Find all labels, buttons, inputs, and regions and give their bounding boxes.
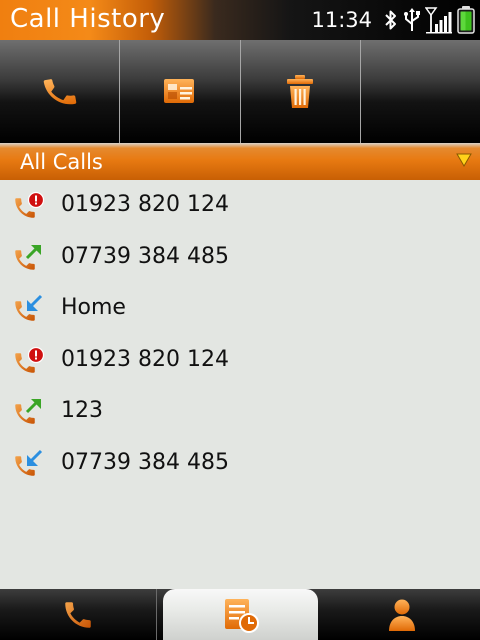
usb-icon xyxy=(404,8,420,31)
toolbar xyxy=(0,40,480,143)
battery-icon xyxy=(457,6,475,34)
phone-icon xyxy=(61,598,95,632)
call-number: 123 xyxy=(61,398,103,423)
tab-dialer[interactable] xyxy=(0,589,157,640)
call-filter-dropdown[interactable]: All Calls xyxy=(0,143,480,180)
call-list-item[interactable]: 01923 820 124 xyxy=(0,180,480,232)
tab-call-log[interactable] xyxy=(162,589,319,640)
clock: 11:34 xyxy=(311,8,372,32)
call-list-item[interactable]: 07739 384 485 xyxy=(0,232,480,284)
view-contact-button[interactable] xyxy=(120,40,241,143)
title-bar: Call History 11:34 xyxy=(0,0,480,40)
bluetooth-icon xyxy=(385,10,396,30)
call-number: 07739 384 485 xyxy=(61,243,229,269)
toolbar-empty-slot xyxy=(361,40,480,143)
incoming-call-icon xyxy=(15,294,43,321)
outgoing-call-icon xyxy=(15,399,41,424)
call-log-icon xyxy=(224,598,259,633)
signal-icon xyxy=(425,7,452,34)
bottom-tab-bar xyxy=(0,589,480,640)
call-number: Home xyxy=(61,295,126,320)
incoming-call-icon xyxy=(15,449,43,476)
call-list-item[interactable]: 07739 384 485 xyxy=(0,438,480,490)
call-list-item[interactable]: 01923 820 124 xyxy=(0,335,480,387)
trash-icon xyxy=(287,74,314,108)
filter-label: All Calls xyxy=(20,150,103,174)
outgoing-call-icon xyxy=(15,244,41,270)
contact-card-icon xyxy=(163,78,194,103)
delete-button[interactable] xyxy=(241,40,361,143)
missed-call-icon xyxy=(15,346,45,373)
phone-icon xyxy=(41,73,79,111)
call-number: 01923 820 124 xyxy=(61,192,229,217)
tab-contacts[interactable] xyxy=(324,589,480,640)
call-button[interactable] xyxy=(0,40,121,143)
missed-call-icon xyxy=(15,191,45,218)
app-title: Call History xyxy=(10,4,166,34)
call-number: 07739 384 485 xyxy=(61,449,229,475)
call-list: 01923 820 124 07739 384 485 Home 01923 8… xyxy=(0,180,480,489)
dropdown-arrow-icon xyxy=(456,153,472,167)
call-list-item[interactable]: 123 xyxy=(0,386,480,438)
status-bar: 11:34 xyxy=(311,0,476,40)
call-list-item[interactable]: Home xyxy=(0,283,480,335)
person-icon xyxy=(389,599,416,631)
call-number: 01923 820 124 xyxy=(61,346,229,372)
